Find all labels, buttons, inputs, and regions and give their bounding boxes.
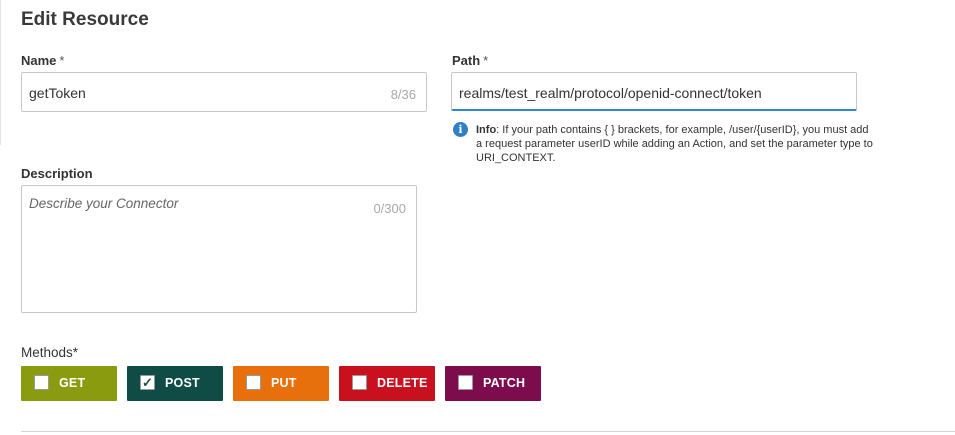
checkbox[interactable]: [246, 375, 261, 390]
checkmark-icon: ✓: [142, 375, 153, 390]
method-label: GET: [59, 376, 86, 390]
method-label: PATCH: [483, 376, 526, 390]
checkbox[interactable]: [352, 375, 367, 390]
info-bold: Info: [476, 124, 497, 136]
method-delete-toggle[interactable]: DELETE: [339, 366, 435, 401]
description-char-counter: 0/300: [373, 201, 406, 216]
path-label-text: Path: [452, 53, 481, 68]
checkbox-checked[interactable]: ✓: [140, 375, 155, 390]
checkbox[interactable]: [34, 375, 49, 390]
checkbox[interactable]: [458, 375, 473, 390]
info-text: Info: If your path contains { } brackets…: [476, 123, 876, 165]
name-input-value: getToken: [29, 85, 86, 101]
name-label-text: Name: [21, 53, 57, 68]
path-label: Path *: [452, 53, 488, 68]
method-get-toggle[interactable]: GET: [21, 366, 117, 401]
path-input-value: realms/test_realm/protocol/openid-connec…: [459, 85, 762, 101]
name-input[interactable]: getToken 8/36: [21, 72, 427, 112]
method-patch-toggle[interactable]: PATCH: [445, 366, 541, 401]
method-post-toggle[interactable]: ✓ POST: [127, 366, 223, 401]
methods-label: Methods*: [21, 345, 79, 360]
name-label: Name *: [21, 53, 64, 68]
description-textarea[interactable]: Describe your Connector 0/300: [21, 185, 417, 313]
path-input[interactable]: realms/test_realm/protocol/openid-connec…: [451, 72, 857, 111]
method-put-toggle[interactable]: PUT: [233, 366, 329, 401]
page-title: Edit Resource: [21, 9, 149, 30]
left-divider: [0, 0, 1, 145]
required-mark: *: [59, 53, 65, 68]
required-mark: *: [483, 53, 489, 68]
info-body: : If your path contains { } brackets, fo…: [476, 124, 873, 164]
bottom-divider: [21, 431, 955, 432]
info-icon: i: [453, 122, 468, 137]
method-label: DELETE: [377, 376, 428, 390]
method-label: PUT: [271, 376, 297, 390]
method-label: POST: [165, 376, 200, 390]
name-char-counter: 8/36: [390, 87, 416, 102]
description-label: Description: [21, 166, 93, 181]
description-placeholder: Describe your Connector: [29, 196, 179, 211]
